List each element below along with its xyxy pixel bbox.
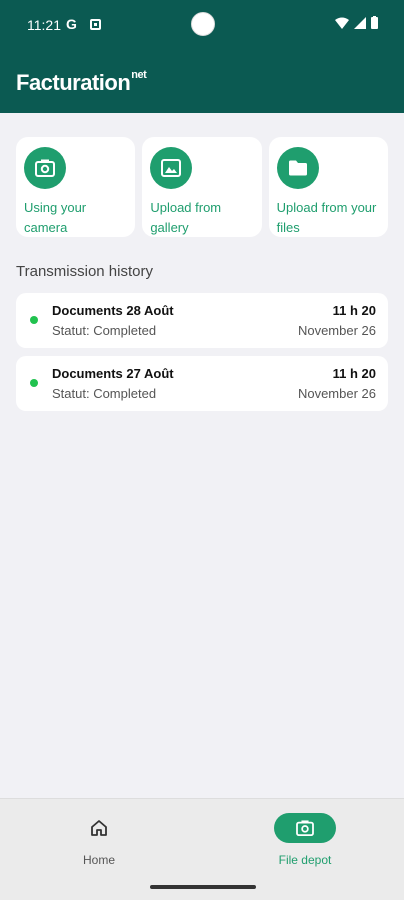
signal-icon bbox=[354, 16, 366, 29]
document-date: November 26 bbox=[297, 323, 376, 338]
gallery-upload-button[interactable]: Upload from gallery bbox=[142, 137, 262, 237]
nav-file-label: File depot bbox=[278, 853, 332, 867]
action-label: Upload from your files bbox=[276, 200, 377, 235]
camera-icon bbox=[24, 147, 66, 189]
bottom-navigation: Home File depot bbox=[0, 798, 404, 900]
nav-file-depot[interactable]: File depot bbox=[245, 813, 365, 867]
home-indicator[interactable] bbox=[150, 885, 256, 889]
nav-home-label: Home bbox=[82, 853, 115, 867]
action-label: Upload from gallery bbox=[150, 200, 222, 235]
document-date: November 26 bbox=[297, 386, 376, 401]
folder-icon bbox=[276, 147, 319, 189]
google-icon: G bbox=[66, 16, 77, 32]
status-bar: 11:21 G bbox=[0, 0, 404, 50]
history-item[interactable]: Documents 28 Août Statut: Completed 11 h… bbox=[16, 293, 388, 348]
app-logo: Facturationnet bbox=[16, 69, 147, 96]
brand-main: Facturation bbox=[16, 70, 131, 95]
status-dot bbox=[30, 316, 38, 324]
document-title: Documents 28 Août bbox=[52, 303, 174, 318]
camera-icon bbox=[274, 813, 336, 843]
camera-upload-button[interactable]: Using your camera bbox=[16, 137, 136, 237]
home-icon bbox=[68, 813, 130, 843]
status-time: 11:21 bbox=[27, 17, 61, 33]
upload-actions: Using your camera Upload from gallery Up… bbox=[16, 137, 388, 237]
document-time: 11 h 20 bbox=[332, 303, 376, 318]
document-status: Statut: Completed bbox=[52, 386, 157, 401]
files-upload-button[interactable]: Upload from your files bbox=[268, 137, 388, 237]
front-camera bbox=[191, 12, 215, 36]
notification-icon bbox=[90, 19, 101, 30]
wifi-icon bbox=[335, 17, 349, 29]
nav-home[interactable]: Home bbox=[39, 813, 159, 867]
history-list: Documents 28 Août Statut: Completed 11 h… bbox=[16, 293, 388, 419]
brand-sup: net bbox=[131, 69, 147, 81]
battery-icon bbox=[371, 16, 378, 29]
action-label: Using your camera bbox=[24, 200, 87, 235]
status-dot bbox=[30, 379, 38, 387]
document-status: Statut: Completed bbox=[52, 323, 157, 338]
app-header: 11:21 G Facturationnet bbox=[0, 0, 404, 113]
history-item[interactable]: Documents 27 Août Statut: Completed 11 h… bbox=[16, 356, 388, 411]
document-title: Documents 27 Août bbox=[52, 366, 174, 381]
history-title: Transmission history bbox=[16, 263, 153, 280]
image-icon bbox=[150, 147, 193, 189]
document-time: 11 h 20 bbox=[332, 366, 376, 381]
status-icons bbox=[335, 16, 378, 29]
